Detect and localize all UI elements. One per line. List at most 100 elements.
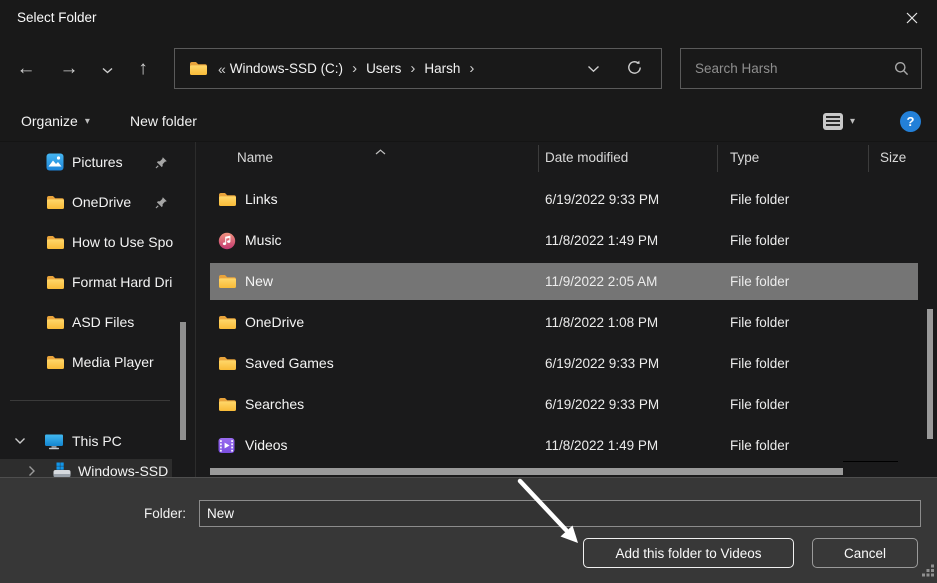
sidebar-item-asd-files[interactable]: ASD Files xyxy=(0,302,180,342)
file-row-new-selected[interactable]: New 11/9/2022 2:05 AM File folder xyxy=(210,263,918,300)
file-date: 11/8/2022 1:08 PM xyxy=(545,304,658,341)
chevron-right-icon: › xyxy=(410,60,415,77)
sidebar-item-how-to-use[interactable]: How to Use Spo xyxy=(0,222,180,262)
file-type: File folder xyxy=(730,263,789,300)
file-type: File folder xyxy=(730,181,789,218)
folder-icon xyxy=(218,263,237,300)
add-folder-button[interactable]: Add this folder to Videos xyxy=(583,538,794,568)
history-dropdown[interactable] xyxy=(96,38,118,100)
cancel-button-label: Cancel xyxy=(844,546,886,561)
close-icon xyxy=(906,12,918,27)
sidebar-item-label: Media Player xyxy=(72,354,154,370)
column-header-name[interactable]: Name xyxy=(237,142,273,174)
file-name: Saved Games xyxy=(245,345,334,382)
folder-icon xyxy=(46,315,66,330)
column-header-date[interactable]: Date modified xyxy=(545,142,628,174)
help-icon: ? xyxy=(907,114,915,129)
breadcrumb-item-users[interactable]: Users xyxy=(366,61,401,76)
folder-icon xyxy=(189,61,208,76)
file-type: File folder xyxy=(730,427,789,464)
breadcrumb-item-drive[interactable]: Windows-SSD (C:) xyxy=(230,61,343,76)
folder-icon xyxy=(218,386,237,423)
search-input[interactable] xyxy=(693,60,894,77)
column-header-size[interactable]: Size xyxy=(880,142,906,174)
file-name: Music xyxy=(245,222,282,259)
view-button[interactable]: ▾ xyxy=(823,100,855,142)
file-date: 11/9/2022 2:05 AM xyxy=(545,263,657,300)
pin-icon xyxy=(155,156,168,169)
column-divider[interactable] xyxy=(717,145,718,172)
scrollbar-corner-line xyxy=(843,461,898,462)
cancel-button[interactable]: Cancel xyxy=(812,538,918,568)
horizontal-scrollbar[interactable] xyxy=(210,468,843,475)
column-header-type[interactable]: Type xyxy=(730,142,759,174)
sidebar-item-this-pc[interactable]: This PC xyxy=(0,422,180,460)
sidebar-item-label: Pictures xyxy=(72,154,123,170)
address-dropdown[interactable] xyxy=(587,65,600,73)
organize-label: Organize xyxy=(21,113,78,129)
arrow-up-icon: ↑ xyxy=(138,58,148,80)
sidebar-item-onedrive[interactable]: OneDrive xyxy=(0,182,180,222)
file-list: Name Date modified Type Size Links 6/19/… xyxy=(200,142,937,477)
file-date: 11/8/2022 1:49 PM xyxy=(545,427,658,464)
refresh-icon xyxy=(626,59,643,79)
folder-icon xyxy=(218,304,237,341)
forward-button[interactable]: → xyxy=(55,38,83,100)
file-row-onedrive[interactable]: OneDrive 11/8/2022 1:08 PM File folder xyxy=(210,304,918,341)
navigation-bar: ← → ↑ « Windows-SSD (C:) › Users › Harsh… xyxy=(0,38,937,100)
arrow-left-icon: ← xyxy=(17,58,36,80)
file-type: File folder xyxy=(730,304,789,341)
sidebar-item-label: Format Hard Dri xyxy=(72,274,172,290)
resize-grip-icon[interactable] xyxy=(921,564,935,581)
chevron-down-icon[interactable] xyxy=(14,437,26,445)
pane-splitter[interactable] xyxy=(195,142,196,477)
footer-panel: Folder: Add this folder to Videos Cancel xyxy=(0,477,937,583)
chevron-right-icon: › xyxy=(352,60,357,77)
back-button[interactable]: ← xyxy=(12,38,40,100)
file-name: Videos xyxy=(245,427,288,464)
new-folder-button[interactable]: New folder xyxy=(130,100,197,142)
search-icon xyxy=(894,61,909,76)
sidebar-item-label: How to Use Spo xyxy=(72,234,173,250)
file-row-searches[interactable]: Searches 6/19/2022 9:33 PM File folder xyxy=(210,386,918,423)
select-folder-dialog: Select Folder ← → ↑ « Windows-SSD (C:) ›… xyxy=(0,0,937,583)
file-date: 6/19/2022 9:33 PM xyxy=(545,345,659,382)
chevron-down-icon[interactable]: ▾ xyxy=(850,116,855,127)
help-button[interactable]: ? xyxy=(900,111,921,132)
file-date: 6/19/2022 9:33 PM xyxy=(545,386,659,423)
sidebar-item-pictures[interactable]: Pictures xyxy=(0,142,180,182)
videos-icon xyxy=(218,427,235,464)
folder-name-input[interactable] xyxy=(199,500,921,527)
file-row-links[interactable]: Links 6/19/2022 9:33 PM File folder xyxy=(210,181,918,218)
breadcrumb[interactable]: « Windows-SSD (C:) › Users › Harsh › xyxy=(174,48,662,89)
column-divider[interactable] xyxy=(868,145,869,172)
computer-icon xyxy=(44,433,64,450)
folder-icon xyxy=(46,235,66,250)
sidebar-item-label: OneDrive xyxy=(72,194,131,210)
sidebar-item-label: This PC xyxy=(72,433,122,449)
folder-icon xyxy=(46,275,66,290)
vertical-scrollbar[interactable] xyxy=(927,309,933,439)
file-name: OneDrive xyxy=(245,304,304,341)
chevron-right-icon[interactable] xyxy=(28,465,36,477)
music-icon xyxy=(218,222,236,259)
column-divider[interactable] xyxy=(538,145,539,172)
sidebar-item-format-hard[interactable]: Format Hard Dri xyxy=(0,262,180,302)
file-row-music[interactable]: Music 11/8/2022 1:49 PM File folder xyxy=(210,222,918,259)
breadcrumb-overflow-icon[interactable]: « xyxy=(218,61,226,77)
sidebar-scrollbar[interactable] xyxy=(180,322,186,440)
chevron-down-icon: ▾ xyxy=(85,116,90,127)
dialog-title: Select Folder xyxy=(17,10,97,25)
up-button[interactable]: ↑ xyxy=(130,38,156,100)
organize-button[interactable]: Organize ▾ xyxy=(21,100,90,142)
file-row-saved-games[interactable]: Saved Games 6/19/2022 9:33 PM File folde… xyxy=(210,345,918,382)
file-row-videos[interactable]: Videos 11/8/2022 1:49 PM File folder xyxy=(210,427,918,464)
sidebar-item-media-player[interactable]: Media Player xyxy=(0,342,180,382)
folder-icon xyxy=(218,181,237,218)
refresh-button[interactable] xyxy=(626,59,643,79)
chevron-down-icon xyxy=(102,58,113,80)
file-type: File folder xyxy=(730,386,789,423)
pin-icon xyxy=(155,196,168,209)
close-button[interactable] xyxy=(893,4,931,34)
breadcrumb-item-harsh[interactable]: Harsh xyxy=(424,61,460,76)
